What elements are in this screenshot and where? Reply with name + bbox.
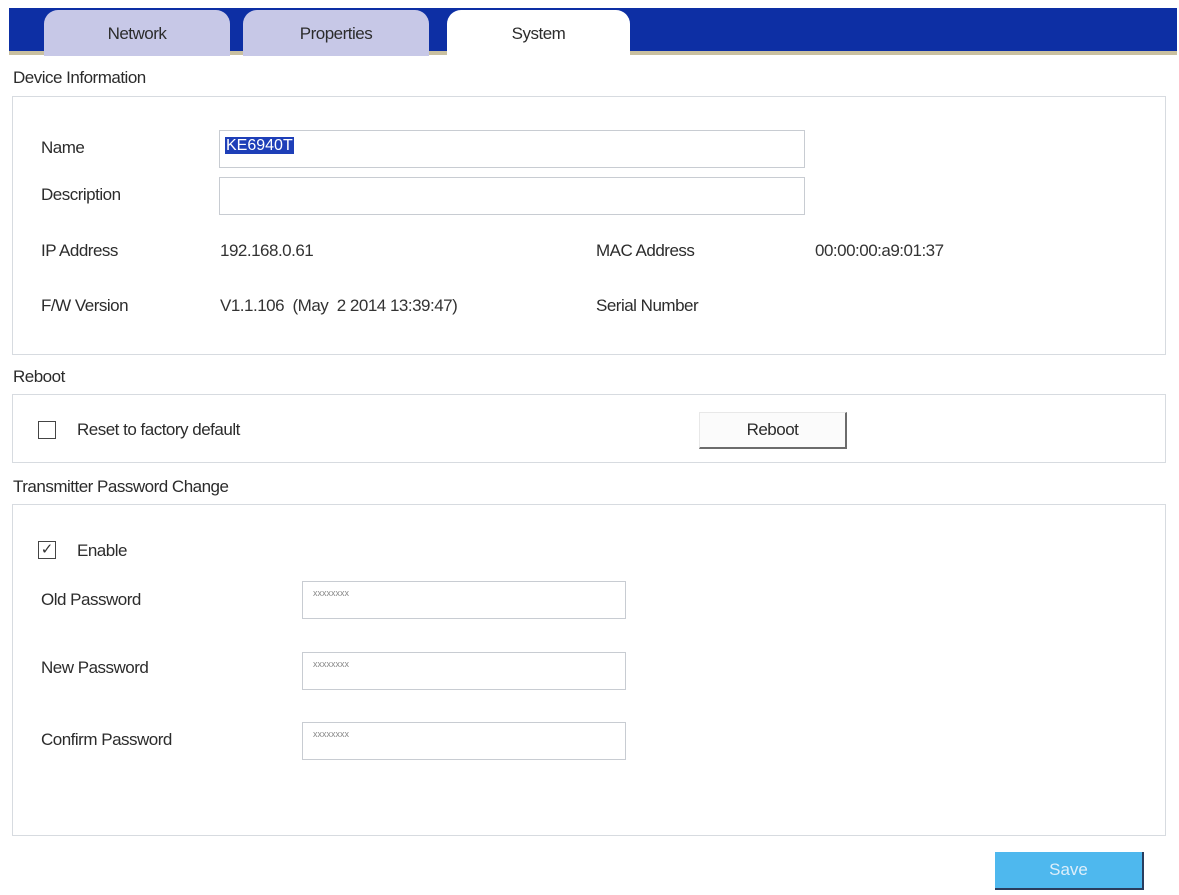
ip-address-value: 192.168.0.61 <box>220 241 314 260</box>
reboot-title: Reboot <box>13 367 65 386</box>
fw-version-value: V1.1.106 (May 2 2014 13:39:47) <box>220 296 458 315</box>
old-password-field[interactable]: xxxxxxxx <box>302 581 626 619</box>
enable-label: Enable <box>77 541 127 560</box>
reset-factory-label: Reset to factory default <box>77 420 240 439</box>
new-password-field[interactable]: xxxxxxxx <box>302 652 626 690</box>
device-information-title: Device Information <box>13 68 146 87</box>
description-field[interactable] <box>219 177 805 215</box>
ip-address-label: IP Address <box>41 241 118 260</box>
mac-address-label: MAC Address <box>596 241 695 260</box>
enable-checkbox[interactable]: ✓ <box>38 541 56 559</box>
tab-system[interactable]: System <box>447 10 630 58</box>
name-field-value: KE6940T <box>225 137 294 154</box>
tab-properties[interactable]: Properties <box>243 10 429 56</box>
confirm-password-field[interactable]: xxxxxxxx <box>302 722 626 760</box>
serial-number-label: Serial Number <box>596 296 699 315</box>
reboot-button[interactable]: Reboot <box>699 412 847 449</box>
checkmark-icon: ✓ <box>40 541 54 558</box>
mac-address-value: 00:00:00:a9:01:37 <box>815 241 944 260</box>
reset-factory-checkbox[interactable] <box>38 421 56 439</box>
old-password-label: Old Password <box>41 590 141 609</box>
save-button[interactable]: Save <box>995 852 1144 890</box>
name-label: Name <box>41 138 85 157</box>
description-label: Description <box>41 185 121 204</box>
password-change-title: Transmitter Password Change <box>13 477 229 496</box>
tab-network[interactable]: Network <box>44 10 230 56</box>
name-field[interactable]: KE6940T <box>219 130 805 168</box>
fw-version-label: F/W Version <box>41 296 129 315</box>
new-password-label: New Password <box>41 658 149 677</box>
confirm-password-label: Confirm Password <box>41 730 172 749</box>
